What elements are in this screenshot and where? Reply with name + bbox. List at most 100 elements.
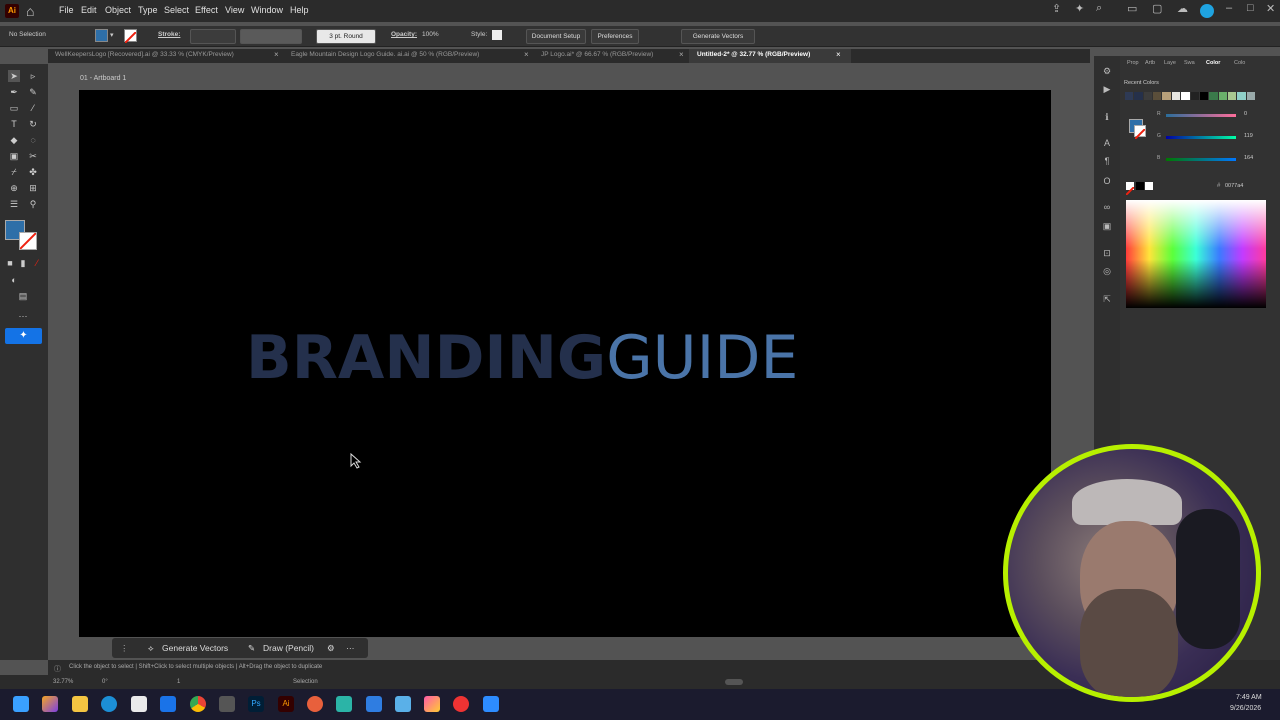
app-icon[interactable] [307,696,323,712]
asset-export-icon[interactable]: ▣ [1101,221,1113,233]
ctx-draw-pencil-button[interactable]: Draw (Pencil) [263,643,314,653]
preferences-button[interactable]: Preferences [591,29,639,44]
black-swatch[interactable] [1136,182,1144,190]
tab-active-document[interactable]: Untitled-2* @ 32.77 % (RGB/Preview) [697,51,810,58]
close-icon[interactable]: × [836,50,841,59]
menu-view[interactable]: View [225,5,244,15]
share-icon[interactable]: ⇪ [1052,2,1061,15]
tab-document[interactable]: JP Logo.ai* @ 66.67 % (RGB/Preview) [541,51,653,58]
photoshop-icon[interactable]: Ps [248,696,264,712]
app-icon[interactable] [366,696,382,712]
notes-icon[interactable] [395,696,411,712]
r-slider[interactable] [1166,114,1236,117]
discover-icon[interactable]: ✦ [1075,2,1084,15]
opacity-label[interactable]: Opacity: [391,31,417,38]
menu-select[interactable]: Select [164,5,189,15]
branding-guide-headline[interactable]: BRANDINGGUIDE [246,326,798,390]
hex-value-field[interactable]: 0077a4 [1225,183,1243,189]
warp-tool-icon[interactable]: ✂ [27,150,39,162]
paragraph-icon[interactable]: ¶ [1101,156,1113,168]
recent-color-swatch[interactable] [1181,92,1190,100]
illustrator-icon[interactable]: Ai [278,696,294,712]
g-slider[interactable] [1166,136,1236,139]
close-icon[interactable]: × [679,50,684,59]
info-icon[interactable]: ℹ [1101,112,1113,124]
chevron-down-icon[interactable]: ▾ [110,31,114,39]
type-tool-icon[interactable]: T [8,118,20,130]
menu-edit[interactable]: Edit [81,5,97,15]
style-swatch[interactable] [492,30,502,40]
play-icon[interactable]: ▶ [1101,84,1113,96]
windows-start-icon[interactable] [13,696,29,712]
menu-file[interactable]: File [59,5,74,15]
close-icon[interactable]: × [274,50,279,59]
none-mode-icon[interactable]: ⁄ [31,257,43,269]
screen-mode-icon[interactable]: ▤ [17,290,29,302]
b-value[interactable]: 164 [1244,155,1253,161]
rotation-value[interactable]: 0° [102,679,108,685]
clock-date[interactable]: 9/26/2026 [1230,705,1261,712]
copilot-icon[interactable] [42,696,58,712]
color-mode-icon[interactable]: ■ [4,257,16,269]
opacity-value[interactable]: 100% [422,31,439,38]
close-icon[interactable]: ✕ [1266,2,1275,15]
recent-color-swatch[interactable] [1199,92,1209,100]
menu-effect[interactable]: Effect [195,5,218,15]
none-swatch[interactable] [1125,182,1135,196]
gradient-mode-icon[interactable]: ▮ [17,257,29,269]
g-value[interactable]: 119 [1244,133,1253,139]
hand-tool-icon[interactable]: ☰ [8,198,20,210]
generate-vectors-button[interactable]: Generate Vectors [681,29,755,44]
color-spectrum[interactable] [1126,200,1266,308]
export-icon[interactable]: ⇱ [1101,294,1113,306]
options-icon[interactable]: ⚙ [327,643,335,654]
selection-tool-icon[interactable]: ➤ [8,70,20,82]
curvature-tool-icon[interactable]: ✎ [27,86,39,98]
tab-artboards[interactable]: Artb [1145,60,1155,66]
horizontal-scrollbar-thumb[interactable] [725,679,743,685]
more-tools-icon[interactable]: ··· [17,310,29,322]
zoom-level[interactable]: 32.77% [53,679,73,685]
recent-color-swatch[interactable] [1143,92,1153,100]
recent-color-swatch[interactable] [1237,92,1246,100]
minimize-icon[interactable]: – [1226,2,1232,14]
paintbrush-tool-icon[interactable]: ⁄ [27,102,39,114]
eraser-tool-icon[interactable]: ◆ [8,134,20,146]
tab-properties[interactable]: Prop [1127,60,1139,66]
b-slider[interactable] [1166,158,1236,161]
stroke-label[interactable]: Stroke: [158,31,180,38]
more-options-icon[interactable]: ··· [346,643,355,653]
direct-selection-tool-icon[interactable]: ▹ [27,70,39,82]
recent-color-swatch[interactable] [1134,92,1143,100]
blend-tool-icon[interactable]: ✤ [27,166,39,178]
shape-builder-tool-icon[interactable]: ⊕ [8,182,20,194]
edge-icon[interactable] [101,696,117,712]
workspace-icon[interactable]: ▢ [1152,2,1162,15]
free-transform-tool-icon[interactable]: ▣ [8,150,20,162]
ctx-generate-vectors-button[interactable]: Generate Vectors [162,643,228,653]
draw-mode-icon[interactable]: ◐ [8,274,20,286]
tab-document[interactable]: WellKeepersLogo [Recovered].ai @ 33.33 %… [55,51,234,58]
current-tool-status[interactable]: Selection [293,679,318,685]
rotate-tool-icon[interactable]: ↻ [27,118,39,130]
menu-type[interactable]: Type [138,5,158,15]
maximize-icon[interactable]: □ [1247,2,1254,14]
stroke-color-swatch[interactable] [19,232,37,250]
lasso-tool-icon[interactable]: ◌ [27,134,39,146]
links-icon[interactable]: ∞ [1101,202,1113,214]
recent-color-swatch[interactable] [1125,92,1134,100]
menu-object[interactable]: Object [105,5,131,15]
clock-time[interactable]: 7:49 AM [1236,694,1262,701]
artboard-tool-icon[interactable]: ⊞ [27,182,39,194]
opentype-icon[interactable]: O [1101,176,1113,188]
tab-color-guide[interactable]: Colo [1234,60,1245,66]
document-setup-button[interactable]: Document Setup [526,29,586,44]
pen-tool-icon[interactable]: ✒ [8,86,20,98]
cloud-icon[interactable]: ☁ [1177,2,1188,15]
rectangle-tool-icon[interactable]: ▭ [8,102,20,114]
outlook-icon[interactable] [160,696,176,712]
recent-color-swatch[interactable] [1171,92,1181,100]
white-swatch[interactable] [1145,182,1153,190]
tab-layers[interactable]: Laye [1164,60,1176,66]
panel-stroke-swatch[interactable] [1134,125,1146,140]
